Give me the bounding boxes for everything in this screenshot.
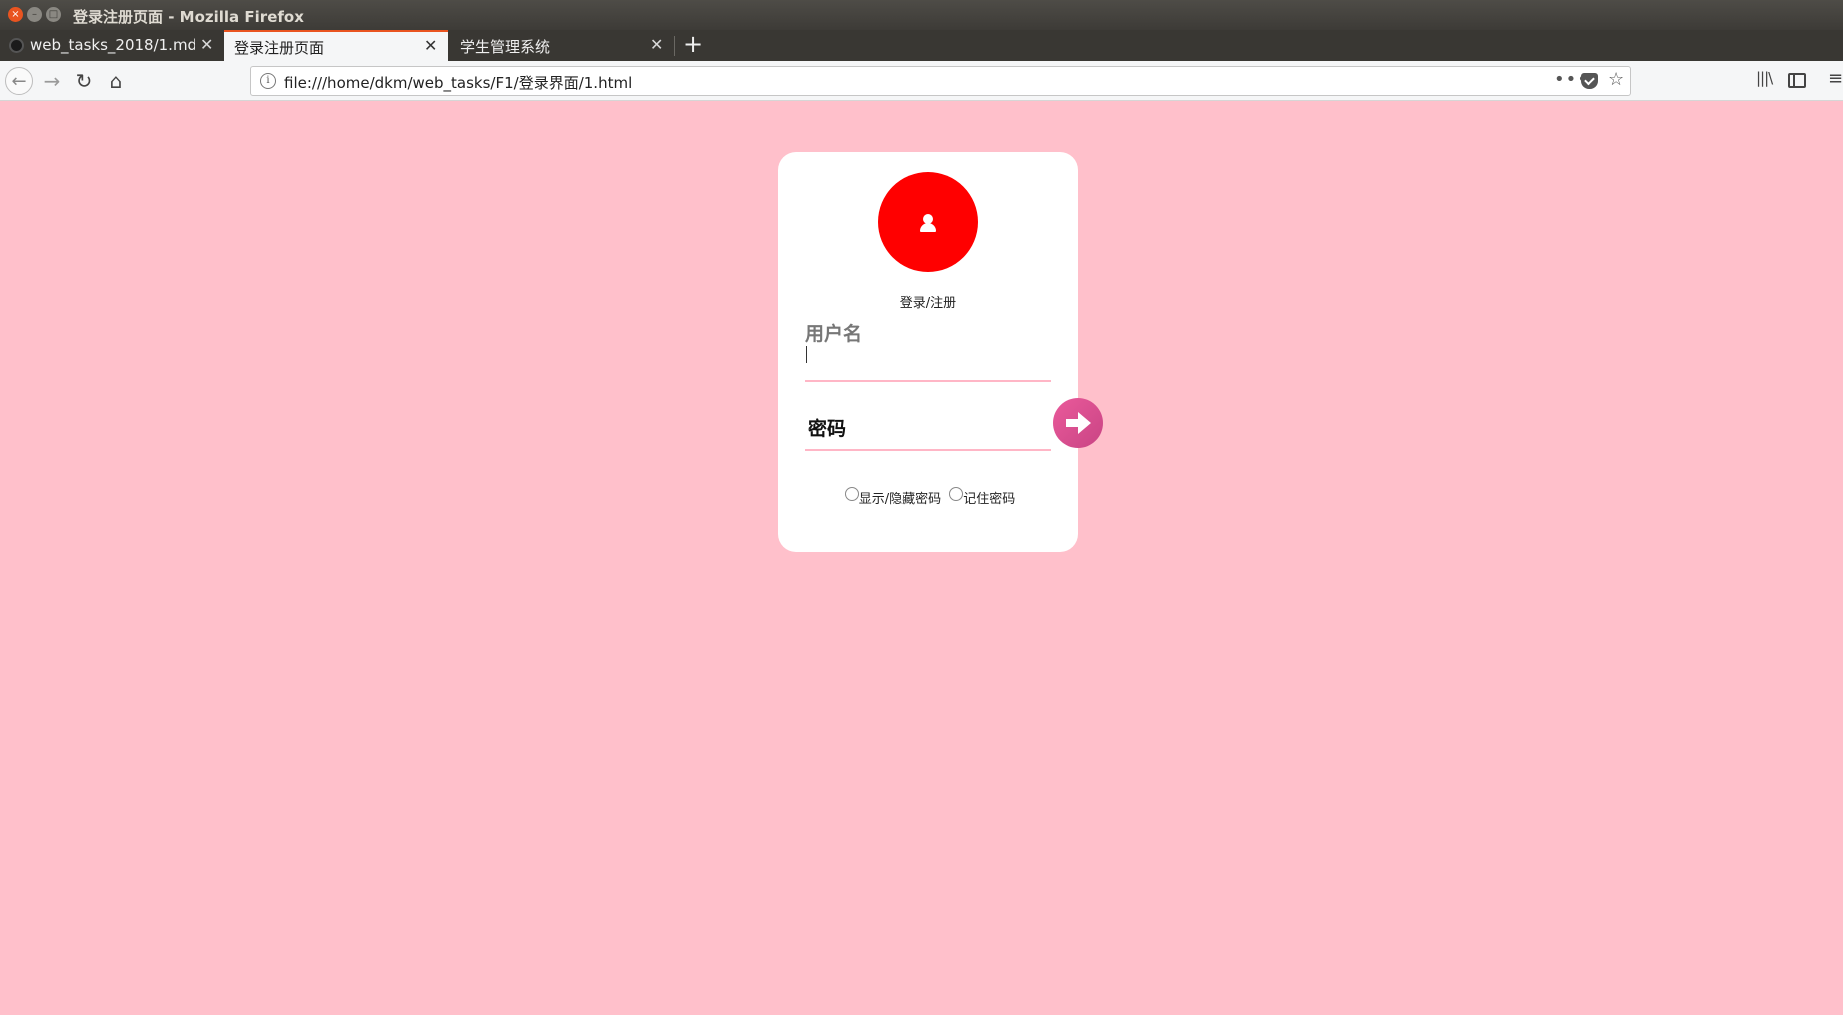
github-icon	[9, 38, 24, 53]
tab-strip: web_tasks_2018/1.md at ✕ 登录注册页面 ✕ 学生管理系统…	[0, 30, 1843, 61]
user-icon-body	[920, 223, 936, 232]
avatar	[878, 172, 978, 272]
tab-label: web_tasks_2018/1.md at	[30, 36, 195, 54]
remember-password-radio[interactable]	[949, 487, 964, 501]
url-text[interactable]: file:///home/dkm/web_tasks/F1/登录界面/1.htm…	[284, 72, 632, 93]
tab-close-icon[interactable]: ✕	[650, 35, 663, 54]
text-cursor	[806, 346, 807, 363]
site-info-icon[interactable]: i	[260, 73, 276, 89]
tab-label: 学生管理系统	[460, 38, 551, 56]
hamburger-menu-icon[interactable]: ≡	[1828, 68, 1843, 89]
window-title: 登录注册页面 - Mozilla Firefox	[73, 8, 304, 26]
tab-divider	[674, 36, 675, 56]
reload-button[interactable]: ↻	[70, 67, 98, 95]
window-close-button[interactable]: ×	[8, 7, 23, 22]
login-card: 登录/注册 用户名 密码 显示/隐藏密码 记住密码	[778, 152, 1103, 552]
library-icon[interactable]: |||\	[1756, 69, 1773, 87]
remember-password-label: 记住密码	[963, 492, 1016, 507]
arrow-right-icon-head	[1078, 412, 1091, 434]
tab-web-tasks[interactable]: web_tasks_2018/1.md at ✕	[0, 30, 222, 61]
window-titlebar: × – □ 登录注册页面 - Mozilla Firefox	[0, 0, 1843, 30]
forward-button[interactable]: →	[38, 67, 66, 95]
password-field[interactable]: 密码	[808, 414, 846, 441]
pocket-icon[interactable]	[1581, 73, 1598, 89]
sidebar-icon[interactable]	[1788, 73, 1806, 88]
password-underline	[805, 449, 1051, 451]
username-field[interactable]: 用户名	[805, 319, 862, 346]
tab-close-icon[interactable]: ✕	[200, 35, 213, 54]
login-heading: 登录/注册	[899, 296, 957, 311]
back-button[interactable]: ←	[5, 67, 33, 95]
bookmark-star-icon[interactable]: ☆	[1608, 69, 1624, 90]
tab-label: 登录注册页面	[234, 39, 325, 57]
tab-close-icon[interactable]: ✕	[424, 36, 437, 55]
url-bar[interactable]: i file:///home/dkm/web_tasks/F1/登录界面/1.h…	[250, 66, 1631, 96]
home-button[interactable]: ⌂	[102, 67, 130, 95]
show-password-label: 显示/隐藏密码	[858, 492, 942, 507]
username-underline	[805, 380, 1051, 382]
new-tab-button[interactable]: +	[683, 30, 703, 58]
window-minimize-button[interactable]: –	[27, 7, 42, 22]
window-maximize-button[interactable]: □	[46, 7, 61, 22]
show-password-radio[interactable]	[844, 487, 859, 501]
tab-login-page[interactable]: 登录注册页面 ✕	[224, 30, 448, 61]
submit-button[interactable]	[1053, 398, 1103, 448]
login-options: 显示/隐藏密码 记住密码	[778, 487, 1078, 507]
tab-student-system[interactable]: 学生管理系统 ✕	[450, 30, 674, 61]
navigation-toolbar: ← → ↻ ⌂ i file:///home/dkm/web_tasks/F1/…	[0, 61, 1843, 101]
